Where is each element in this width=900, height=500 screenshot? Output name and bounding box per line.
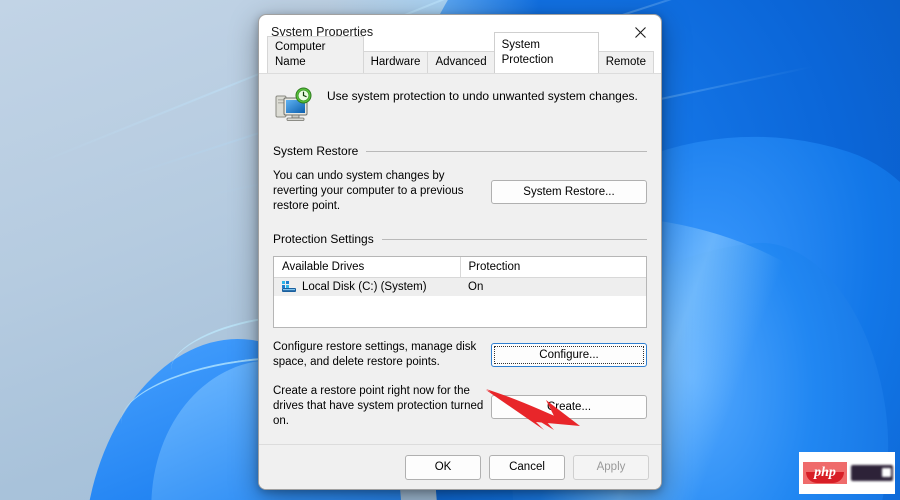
drives-table-inner: Available Drives Protection Local Disk (… bbox=[274, 257, 646, 296]
php-logo-text: php bbox=[814, 465, 836, 480]
group-divider-protection-settings bbox=[381, 238, 647, 240]
cell-drive: Local Disk (C:) (System) bbox=[274, 277, 460, 296]
panel-intro: Use system protection to undo unwanted s… bbox=[273, 74, 647, 132]
drives-table-head: Available Drives Protection bbox=[274, 257, 646, 278]
php-logo-icon: php bbox=[803, 462, 847, 484]
tab-hardware[interactable]: Hardware bbox=[362, 51, 429, 74]
watermark: php bbox=[799, 452, 895, 494]
tab-advanced[interactable]: Advanced bbox=[427, 51, 495, 74]
system-restore-description: You can undo system changes by reverting… bbox=[273, 170, 464, 212]
drive-label: Local Disk (C:) (System) bbox=[302, 281, 427, 293]
configure-row: Configure restore settings, manage disk … bbox=[273, 340, 647, 370]
system-restore-row: You can undo system changes by reverting… bbox=[273, 169, 647, 214]
system-protection-panel: Use system protection to undo unwanted s… bbox=[259, 73, 661, 444]
system-protection-glyph bbox=[275, 87, 312, 121]
group-system-restore: System Restore bbox=[273, 144, 647, 158]
drive-cell-content: Local Disk (C:) (System) bbox=[282, 281, 460, 293]
configure-button[interactable]: Configure... bbox=[491, 343, 647, 367]
tab-strip: Computer Name Hardware Advanced System P… bbox=[259, 32, 661, 74]
group-protection-settings: Protection Settings bbox=[273, 232, 647, 246]
create-button[interactable]: Create... bbox=[491, 394, 647, 419]
close-icon[interactable] bbox=[619, 15, 661, 49]
system-protection-icon bbox=[275, 86, 315, 124]
group-label-protection-settings: Protection Settings bbox=[273, 232, 374, 246]
desktop-wallpaper: System Properties Computer Name Hardware… bbox=[0, 0, 900, 500]
group-divider-system-restore bbox=[366, 150, 647, 152]
hard-drive-glyph bbox=[282, 281, 296, 292]
cell-protection: On bbox=[460, 277, 646, 296]
panel-intro-text: Use system protection to undo unwanted s… bbox=[327, 89, 638, 103]
hard-drive-icon bbox=[282, 281, 296, 293]
column-header-protection[interactable]: Protection bbox=[459, 257, 646, 278]
system-restore-button[interactable]: System Restore... bbox=[491, 179, 647, 204]
system-properties-window: System Properties Computer Name Hardware… bbox=[258, 14, 662, 490]
tab-computer-name[interactable]: Computer Name bbox=[267, 36, 364, 74]
close-glyph bbox=[634, 26, 646, 38]
apply-button: Apply bbox=[573, 454, 649, 480]
drives-table[interactable]: Available Drives Protection Local Disk (… bbox=[273, 256, 647, 328]
group-label-system-restore: System Restore bbox=[273, 144, 359, 158]
configure-description: Configure restore settings, manage disk … bbox=[273, 341, 477, 368]
tab-remote[interactable]: Remote bbox=[597, 51, 654, 74]
cancel-button[interactable]: Cancel bbox=[489, 454, 565, 480]
table-header-row: Available Drives Protection bbox=[274, 257, 646, 278]
create-row: Create a restore point right now for the… bbox=[273, 384, 647, 429]
table-row[interactable]: Local Disk (C:) (System) On bbox=[274, 277, 646, 296]
ok-button[interactable]: OK bbox=[405, 454, 481, 480]
dialog-button-bar: OK Cancel Apply bbox=[259, 444, 661, 489]
drives-table-body: Local Disk (C:) (System) On bbox=[274, 277, 646, 296]
column-header-available-drives[interactable]: Available Drives bbox=[274, 257, 460, 278]
create-description: Create a restore point right now for the… bbox=[273, 385, 484, 427]
watermark-blurred-text bbox=[851, 465, 893, 481]
tab-system-protection[interactable]: System Protection bbox=[493, 32, 599, 73]
